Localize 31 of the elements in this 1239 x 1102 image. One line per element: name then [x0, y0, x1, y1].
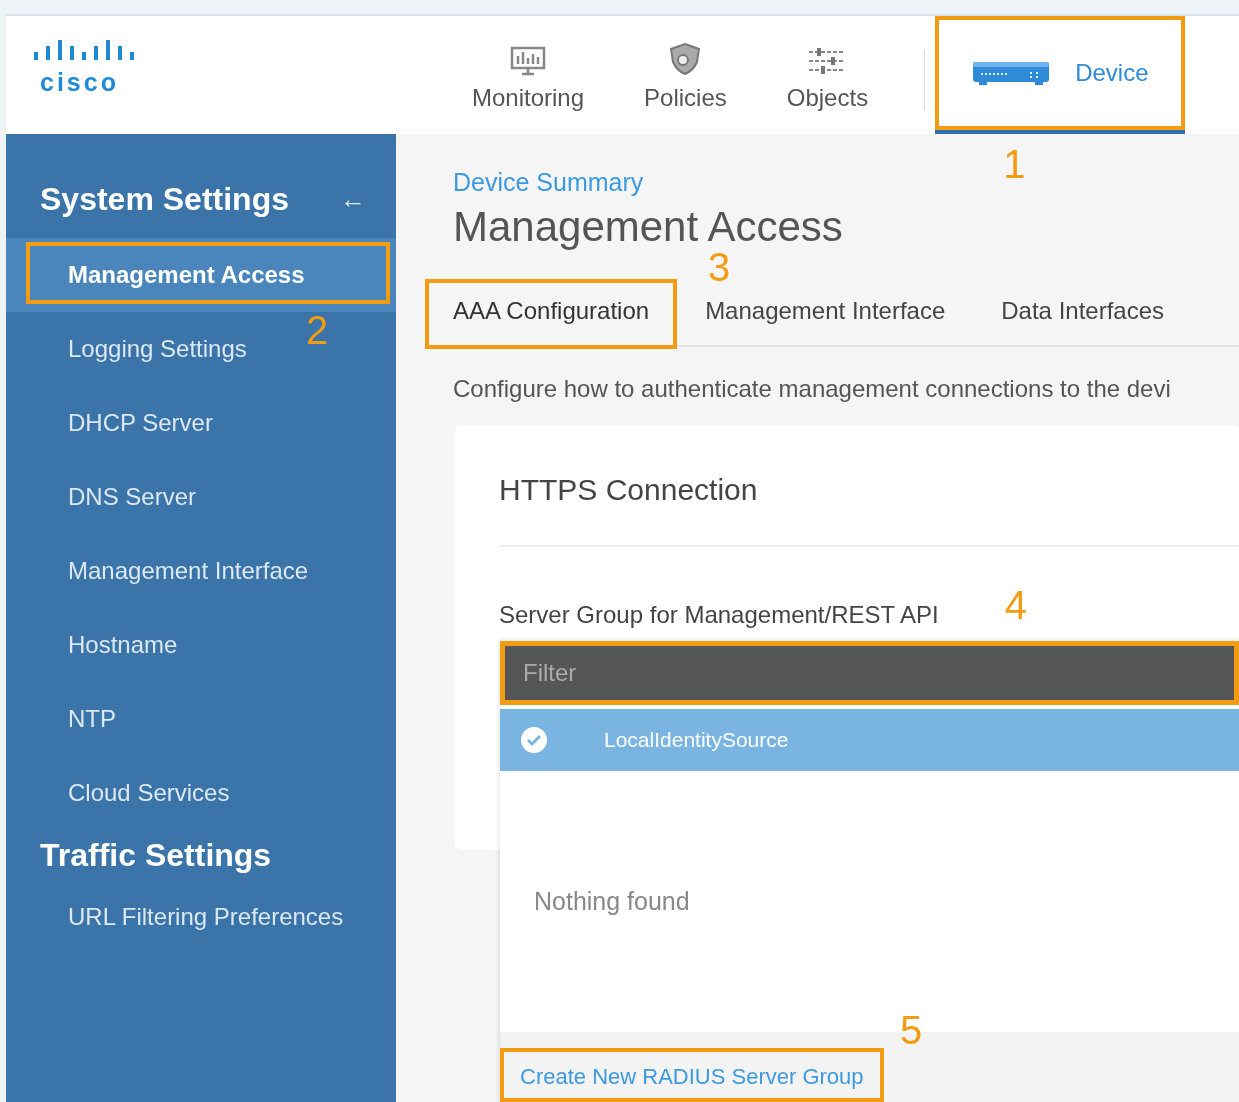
callout-number: 4	[1004, 585, 1027, 629]
nav-tab[interactable]: Monitoring	[442, 16, 615, 134]
sidebar-item[interactable]: Cloud Services	[6, 779, 230, 807]
monitor-icon	[510, 46, 547, 76]
description-text: Configure how to authenticate management connections to the devi	[453, 375, 1171, 403]
card-title: HTTPS Connection	[499, 473, 758, 507]
sidebar-item[interactable]: NTP	[6, 705, 116, 733]
sidebar-item[interactable]: Hostname	[6, 631, 178, 659]
logo-text: cisco	[39, 68, 119, 97]
filter-field[interactable]: Filter	[500, 641, 1239, 705]
sidebar-item[interactable]: DNS Server	[6, 483, 197, 511]
breadcrumb-link[interactable]: Device Summary	[453, 168, 644, 197]
nav-tab[interactable]: Objects	[756, 16, 899, 134]
section-title: Traffic Settings	[40, 836, 272, 874]
callout-number: 5	[900, 1008, 923, 1053]
create-link[interactable]: Create New RADIUS Server Group	[500, 1048, 884, 1102]
tab[interactable]: Data Interfaces	[973, 275, 1192, 345]
sidebar-item[interactable]: Management Interface	[6, 557, 309, 585]
section-title: System Settings	[40, 180, 289, 218]
check-icon	[520, 726, 548, 754]
field-label: Server Group for Management/REST API	[499, 601, 939, 629]
nav-tab[interactable]: Policies	[614, 16, 757, 134]
tab[interactable]: AAA Configuration	[425, 275, 678, 345]
callout-number: 2	[306, 308, 329, 353]
sidebar-item[interactable]: URL Filtering Preferences	[6, 903, 344, 931]
dropdown-option[interactable]: LocalIdentitySource	[500, 709, 1239, 771]
sidebar-item[interactable]: DHCP Server	[6, 409, 213, 437]
sidebar-item[interactable]: Logging Settings	[6, 335, 247, 363]
empty-message: Nothing found	[534, 887, 690, 916]
collapse-button[interactable]: ←	[340, 183, 366, 215]
callout-number: 1	[1003, 142, 1026, 187]
